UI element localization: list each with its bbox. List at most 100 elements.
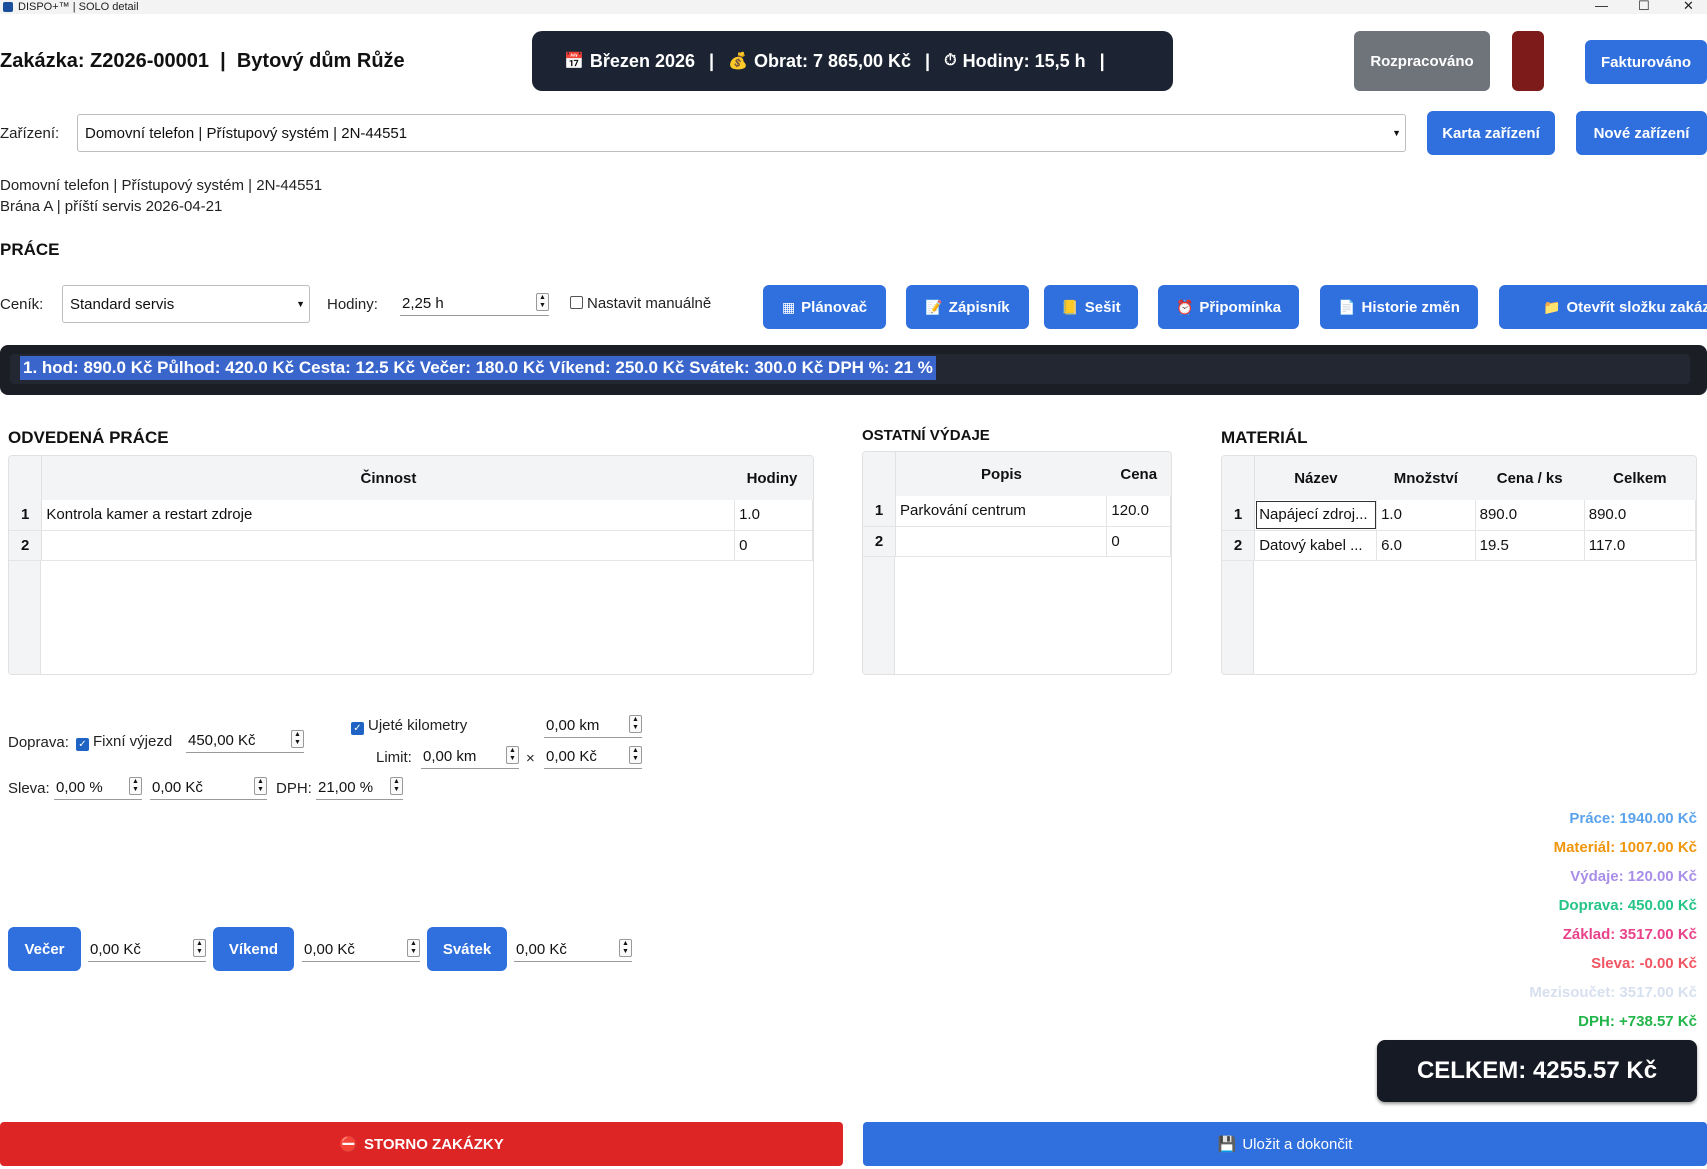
table-row[interactable]: 1 Kontrola kamer a restart zdroje 1.0 [9, 500, 813, 531]
weekend-stepper[interactable]: 0,00 Kč ▲ ▼ [302, 938, 420, 962]
vat-stepper[interactable]: 21,00 % ▲ ▼ [316, 776, 403, 800]
table-row[interactable]: 2 0 [863, 526, 1171, 557]
cell-price[interactable]: 120.0 [1106, 496, 1171, 527]
stepper-arrows-icon[interactable]: ▲ ▼ [506, 746, 519, 764]
column-header-price[interactable]: Cena [1106, 452, 1171, 496]
cell-activity[interactable] [41, 530, 736, 561]
history-button[interactable]: 📄 Historie změn [1320, 285, 1478, 329]
cell-quantity[interactable]: 6.0 [1376, 530, 1476, 561]
column-header-quantity[interactable]: Množství [1376, 456, 1476, 500]
stepper-arrows-icon[interactable]: ▲ ▼ [291, 730, 304, 748]
cell-total[interactable]: 117.0 [1584, 530, 1696, 561]
pricelist-select[interactable]: Standard servis ▼ [62, 285, 310, 323]
km-rate-stepper[interactable]: 0,00 Kč ▲ ▼ [544, 745, 642, 769]
fixed-trip-stepper[interactable]: 450,00 Kč ▲ ▼ [186, 729, 304, 753]
calendar-icon: 📅 [564, 53, 584, 70]
cell-description[interactable]: Parkování centrum [895, 496, 1108, 527]
times-sign: × [526, 750, 535, 767]
cell-price[interactable]: 0 [1106, 526, 1171, 557]
weekend-button[interactable]: Víkend [213, 927, 294, 971]
column-header-unit-price[interactable]: Cena / ks [1475, 456, 1585, 500]
corner-cell [1222, 456, 1256, 500]
column-header-description[interactable]: Popis [895, 452, 1107, 496]
holiday-button[interactable]: Svátek [427, 927, 507, 971]
labor-table[interactable]: Činnost Hodiny 1 Kontrola kamer a restar… [8, 455, 814, 675]
stepper-arrows-icon[interactable]: ▲ ▼ [390, 777, 403, 795]
table-row[interactable]: 1 Parkování centrum 120.0 [863, 496, 1171, 527]
column-header-hours[interactable]: Hodiny [734, 456, 813, 500]
cell-hours[interactable]: 1.0 [734, 500, 813, 531]
column-header-activity[interactable]: Činnost [41, 456, 735, 500]
cell-name[interactable]: Napájecí zdroj... [1254, 500, 1378, 531]
stepper-arrows-icon[interactable]: ▲ ▼ [619, 939, 632, 957]
corner-cell [9, 456, 43, 500]
row-number: 1 [9, 500, 43, 531]
stepper-arrows-icon[interactable]: ▲ ▼ [254, 777, 267, 795]
status-in-progress-button[interactable]: Rozpracováno [1354, 31, 1490, 91]
notepad-button[interactable]: 📝 Zápisník [906, 285, 1029, 329]
material-table[interactable]: Název Množství Cena / ks Celkem 1 Napáje… [1221, 455, 1697, 675]
status-color-button[interactable] [1512, 31, 1544, 91]
new-device-button[interactable]: Nové zařízení [1576, 111, 1707, 155]
planner-button-label: Plánovač [801, 298, 868, 316]
cell-unit-price[interactable]: 19.5 [1475, 530, 1585, 561]
checkbox-unchecked-icon[interactable] [570, 296, 583, 309]
column-header-total[interactable]: Celkem [1584, 456, 1696, 500]
row-number: 2 [9, 530, 43, 561]
checkbox-checked-icon[interactable]: ✓ [351, 722, 364, 735]
limit-stepper[interactable]: 0,00 km ▲ ▼ [421, 745, 519, 769]
expenses-table[interactable]: Popis Cena 1 Parkování centrum 120.0 2 0 [862, 451, 1172, 675]
stats-turnover: Obrat: 7 865,00 Kč [753, 50, 912, 71]
cancel-order-button[interactable]: ⛔ STORNO ZAKÁZKY [0, 1122, 843, 1166]
open-folder-button[interactable]: 📁 Otevřít složku zakáz [1499, 285, 1707, 329]
memo-icon: 📝 [925, 298, 943, 315]
status-invoiced-button[interactable]: Fakturováno [1585, 40, 1707, 84]
calendar-grid-icon: ▦ [781, 298, 796, 315]
checkbox-checked-icon[interactable]: ✓ [76, 738, 89, 751]
discount-percent-stepper[interactable]: 0,00 % ▲ ▼ [54, 776, 142, 800]
cell-hours[interactable]: 0 [734, 530, 813, 561]
fixed-trip-checkbox[interactable]: ✓ Fixní výjezd [76, 733, 172, 751]
stepper-arrows-icon[interactable]: ▲ ▼ [193, 939, 206, 957]
device-select[interactable]: Domovní telefon | Přístupový systém | 2N… [77, 114, 1406, 152]
stepper-arrows-icon[interactable]: ▲ ▼ [407, 939, 420, 957]
discount-amount-stepper[interactable]: 0,00 Kč ▲ ▼ [150, 776, 267, 800]
km-stepper[interactable]: 0,00 km ▲ ▼ [544, 714, 642, 738]
rates-field[interactable]: 1. hod: 890.0 Kč Půlhod: 420.0 Kč Cesta:… [10, 354, 1690, 384]
minimize-icon[interactable]: — [1595, 0, 1608, 13]
table-row[interactable]: 2 Datový kabel ... 6.0 19.5 117.0 [1222, 530, 1696, 561]
evening-button[interactable]: Večer [8, 927, 81, 971]
save-finish-button[interactable]: 💾 Uložit a dokončit [863, 1122, 1707, 1166]
km-label: Ujeté kilometry [368, 717, 468, 734]
stepper-arrows-icon[interactable]: ▲ ▼ [536, 293, 549, 311]
table-row[interactable]: 2 0 [9, 530, 813, 561]
holiday-stepper[interactable]: 0,00 Kč ▲ ▼ [514, 938, 632, 962]
floppy-disk-icon: 💾 [1217, 1136, 1237, 1153]
km-checkbox[interactable]: ✓ Ujeté kilometry [351, 717, 467, 735]
manual-checkbox[interactable]: Nastavit manuálně [570, 295, 711, 312]
cell-description[interactable] [895, 526, 1108, 557]
save-finish-label: Uložit a dokončit [1242, 1135, 1353, 1153]
close-icon[interactable]: ✕ [1683, 0, 1694, 14]
stepper-arrows-icon[interactable]: ▲ ▼ [629, 715, 642, 733]
stepper-arrows-icon[interactable]: ▲ ▼ [129, 777, 142, 795]
chevron-down-icon: ▼ [296, 299, 305, 309]
device-card-button[interactable]: Karta zařízení [1427, 111, 1555, 155]
maximize-icon[interactable]: ☐ [1638, 0, 1650, 14]
planner-button[interactable]: ▦ Plánovač [763, 285, 886, 329]
cell-quantity[interactable]: 1.0 [1376, 500, 1476, 531]
stats-hours: Hodiny: 15,5 h [962, 50, 1086, 71]
no-entry-icon: ⛔ [339, 1136, 358, 1153]
evening-stepper[interactable]: 0,00 Kč ▲ ▼ [88, 938, 206, 962]
hours-stepper[interactable]: 2,25 h ▲ ▼ [400, 292, 549, 316]
table-row[interactable]: 1 Napájecí zdroj... 1.0 890.0 890.0 [1222, 500, 1696, 531]
cell-total[interactable]: 890.0 [1584, 500, 1696, 531]
notebook-button[interactable]: 📒 Sešit [1044, 285, 1138, 329]
column-header-name[interactable]: Název [1254, 456, 1377, 500]
stepper-arrows-icon[interactable]: ▲ ▼ [629, 746, 642, 764]
cell-unit-price[interactable]: 890.0 [1475, 500, 1585, 531]
cell-name[interactable]: Datový kabel ... [1254, 530, 1378, 561]
expenses-table-grid: Popis Cena 1 Parkování centrum 120.0 2 0 [863, 452, 1171, 557]
reminder-button[interactable]: ⏰ Připomínka [1158, 285, 1299, 329]
cell-activity[interactable]: Kontrola kamer a restart zdroje [41, 500, 736, 531]
